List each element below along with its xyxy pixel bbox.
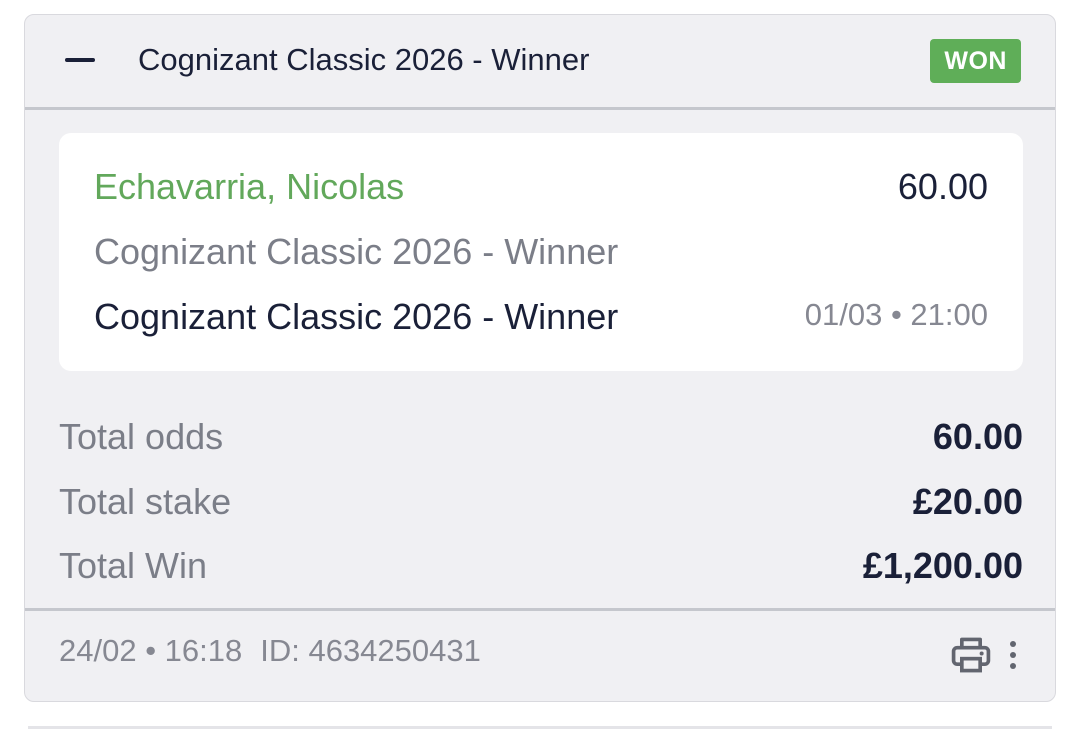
market-name: Cognizant Classic 2026 - Winner: [94, 231, 619, 272]
total-odds-label: Total odds: [59, 416, 224, 457]
total-win-value: £1,200.00: [862, 545, 1023, 586]
collapse-button[interactable]: [61, 45, 101, 77]
event-name: Cognizant Classic 2026 - Winner: [94, 296, 619, 337]
bet-card-footer: 24/02 • 16:18 ID: 4634250431: [25, 608, 1055, 701]
total-odds-value: 60.00: [932, 416, 1023, 457]
printer-icon: [951, 637, 991, 673]
total-stake-label: Total stake: [59, 480, 232, 522]
total-stake-value: £20.00: [912, 480, 1023, 522]
more-vertical-icon: [1010, 641, 1016, 647]
bet-card: Cognizant Classic 2026 - Winner WON Echa…: [24, 14, 1056, 702]
bet-title: Cognizant Classic 2026 - Winner: [138, 42, 590, 77]
status-badge: WON: [930, 39, 1021, 83]
total-stake-row: Total stake £20.00: [59, 480, 1023, 545]
placed-timestamp: 24/02 • 16:18: [59, 633, 243, 668]
more-vertical-icon-dot: [1010, 663, 1016, 669]
bet-totals: Total odds 60.00 Total stake £20.00 Tota…: [59, 415, 1023, 609]
print-button[interactable]: [949, 633, 993, 677]
bet-meta: 24/02 • 16:18 ID: 4634250431: [59, 631, 481, 671]
total-win-label: Total Win: [59, 545, 208, 586]
selection-name: Echavarria, Nicolas: [94, 166, 405, 207]
selection-panel: Echavarria, Nicolas 60.00 Cognizant Clas…: [59, 133, 1023, 371]
more-options-button[interactable]: [1001, 637, 1025, 673]
selection-odds: 60.00: [897, 166, 988, 207]
bet-id: ID: 4634250431: [260, 633, 481, 668]
total-odds-row: Total odds 60.00: [59, 415, 1023, 480]
bet-card-header[interactable]: Cognizant Classic 2026 - Winner WON: [25, 15, 1055, 110]
more-vertical-icon-dot: [1010, 652, 1016, 658]
total-win-row: Total Win £1,200.00: [59, 544, 1023, 609]
minus-icon: [65, 58, 95, 62]
event-time: 01/03 • 21:00: [804, 297, 988, 332]
